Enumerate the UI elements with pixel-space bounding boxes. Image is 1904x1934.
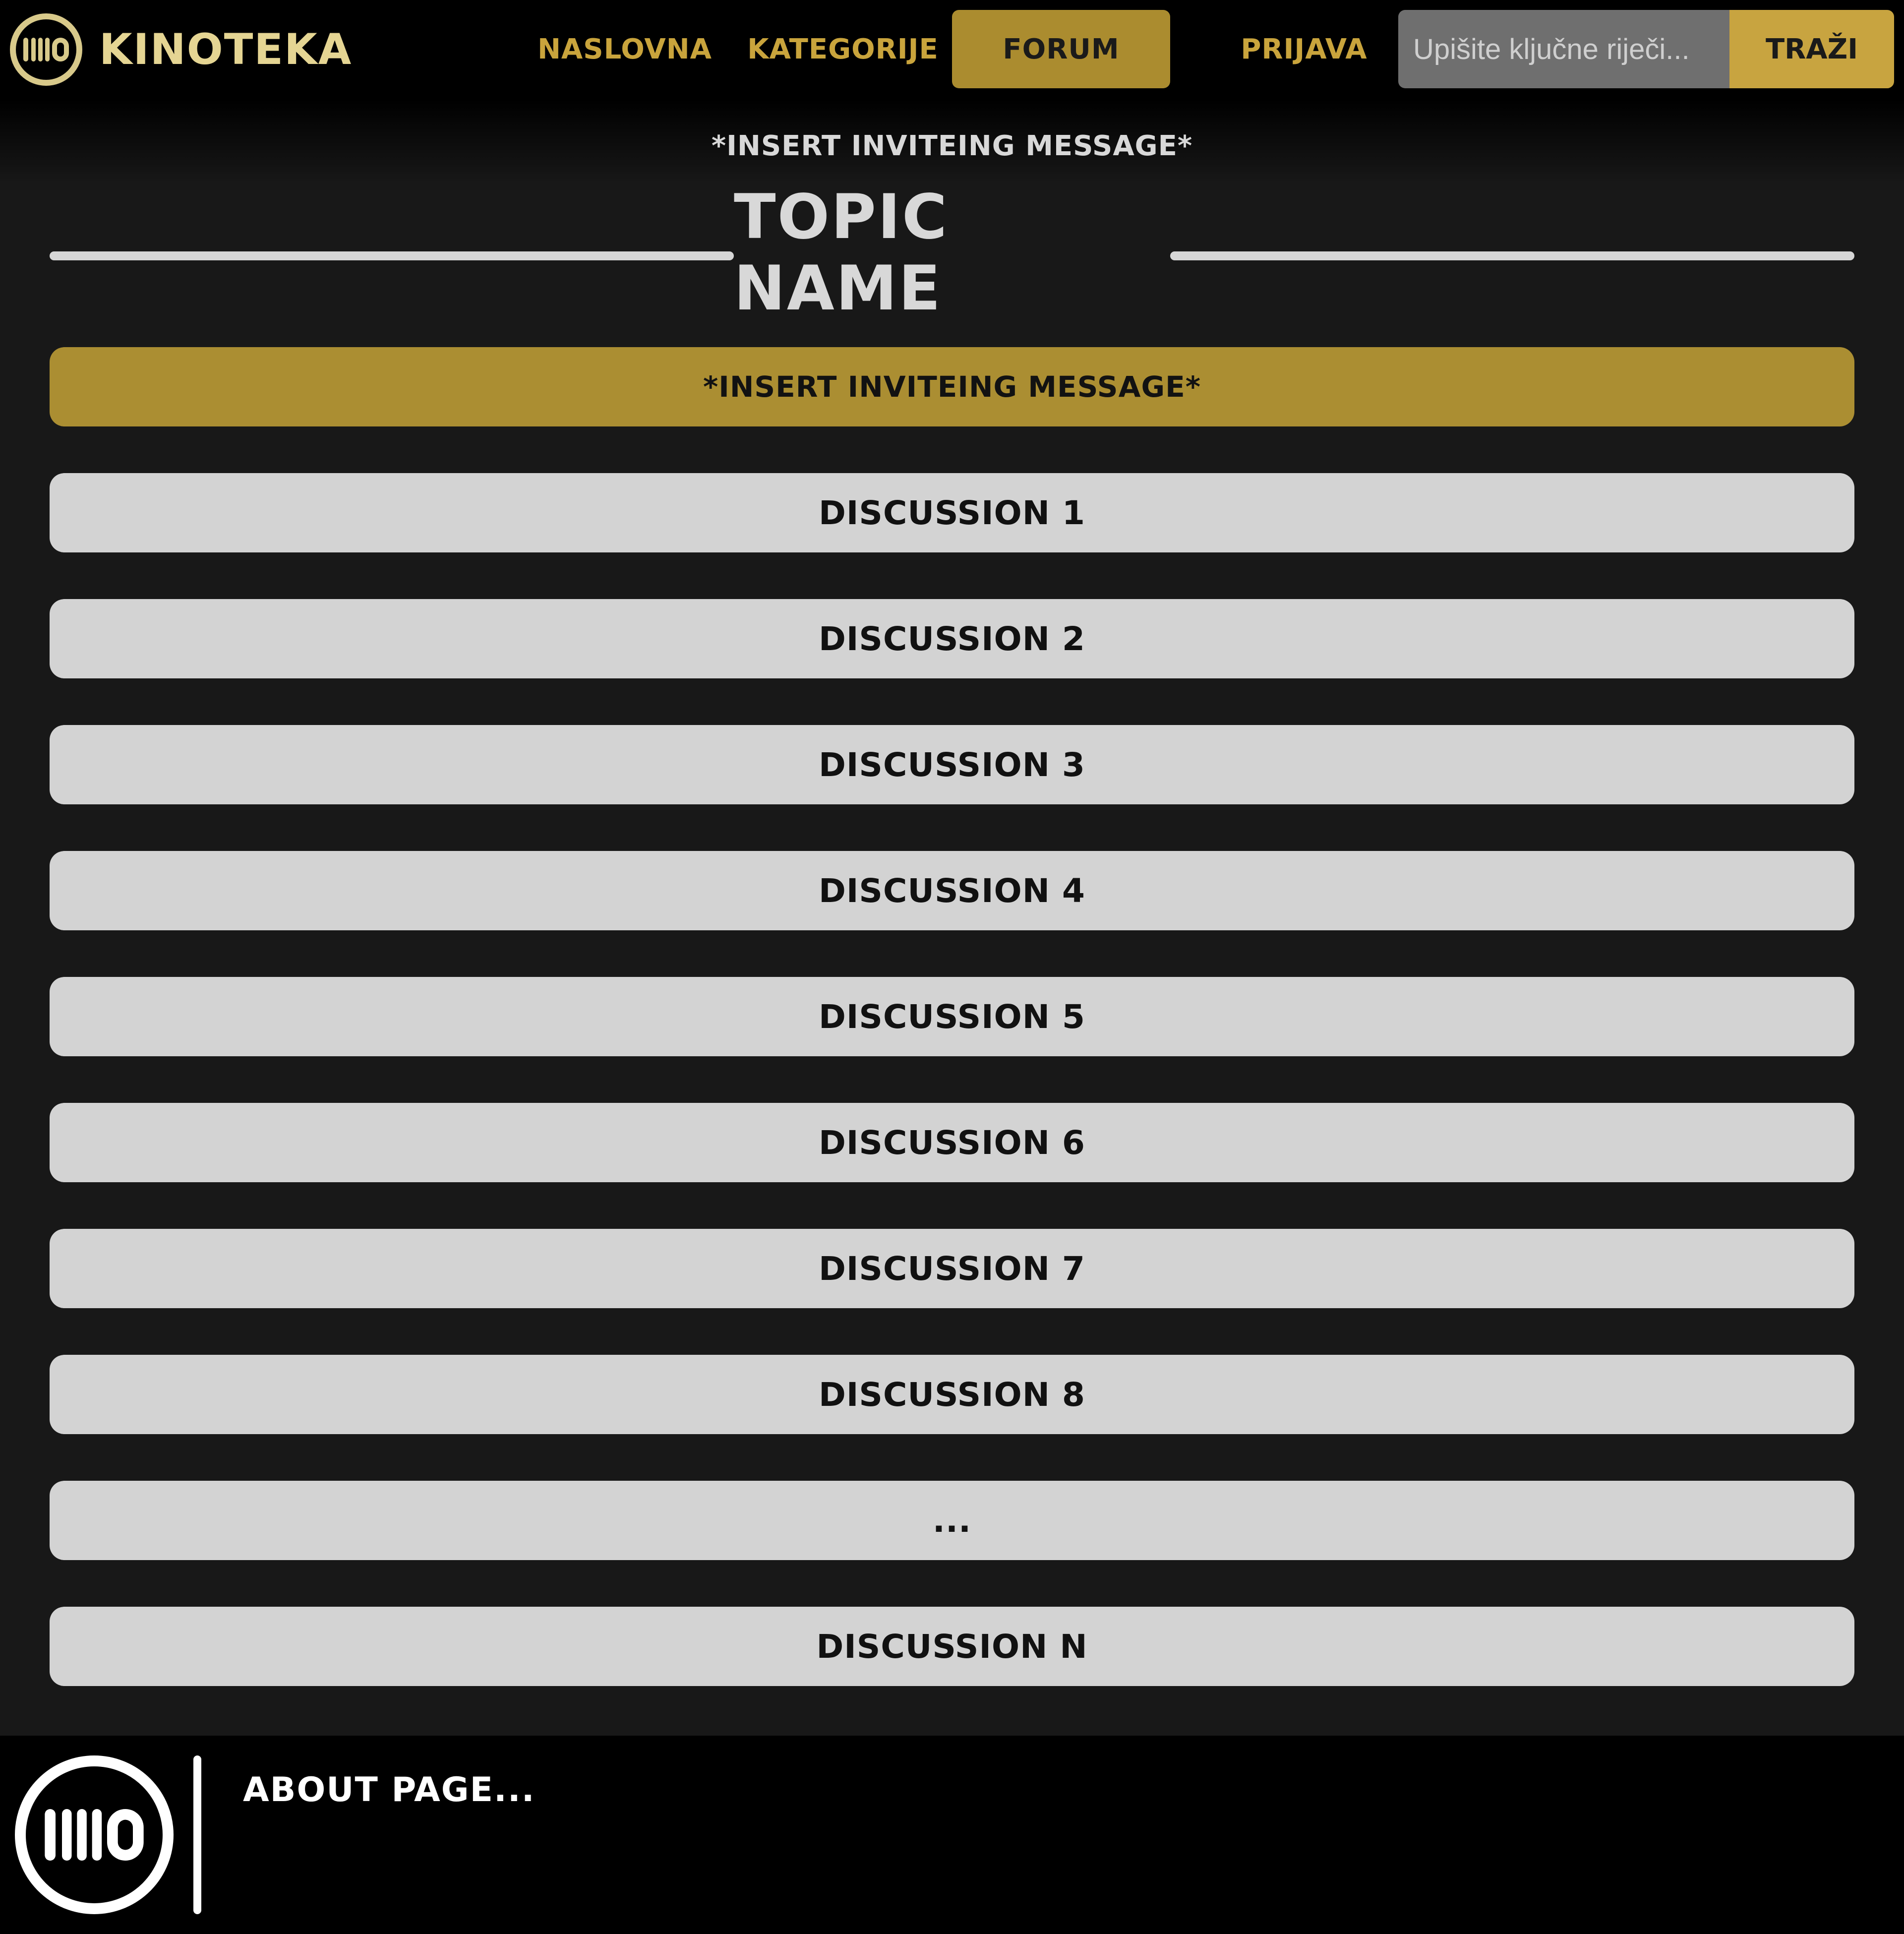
kino-logo-glyph [45, 1809, 144, 1861]
nav-link-categories[interactable]: KATEGORIJE [744, 10, 942, 88]
brand-name: KINOTEKA [99, 25, 353, 74]
discussion-item[interactable]: DISCUSSION 8 [50, 1355, 1854, 1434]
footer-about-link[interactable]: ABOUT PAGE... [243, 1770, 536, 1810]
search-bar: TRAŽI [1398, 10, 1894, 88]
discussion-item-ellipsis[interactable]: ... [50, 1481, 1854, 1560]
footer-divider [193, 1755, 201, 1914]
kino-logo-icon[interactable] [15, 1755, 174, 1914]
search-input[interactable] [1398, 10, 1729, 88]
nav-link-home[interactable]: NASLOVNA [536, 10, 714, 88]
discussion-item[interactable]: DISCUSSION 4 [50, 851, 1854, 930]
kino-logo-glyph [23, 38, 69, 61]
discussion-item[interactable]: DISCUSSION 2 [50, 599, 1854, 678]
featured-message-banner[interactable]: *INSERT INVITEING MESSAGE* [50, 347, 1854, 426]
footer: ABOUT PAGE... [0, 1736, 1904, 1934]
discussion-item[interactable]: DISCUSSION 5 [50, 977, 1854, 1056]
brand[interactable]: KINOTEKA [10, 10, 352, 89]
topic-divider-left [50, 251, 734, 260]
nav-link-login[interactable]: PRIJAVA [1200, 10, 1408, 88]
discussion-item[interactable]: DISCUSSION N [50, 1607, 1854, 1686]
invite-message: *INSERT INVITEING MESSAGE* [711, 130, 1193, 162]
topic-title: TOPIC NAME [734, 181, 949, 324]
discussion-list: *INSERT INVITEING MESSAGE* DISCUSSION 1 … [50, 347, 1854, 1733]
topic-heading: TOPIC NAME [50, 181, 1854, 324]
discussion-item[interactable]: DISCUSSION 7 [50, 1229, 1854, 1308]
topic-divider-right [1170, 251, 1854, 260]
kino-logo-icon [10, 13, 82, 86]
nav-link-forum[interactable]: FORUM [952, 10, 1170, 88]
discussion-item[interactable]: DISCUSSION 1 [50, 473, 1854, 552]
discussion-item[interactable]: DISCUSSION 6 [50, 1103, 1854, 1182]
discussion-item[interactable]: DISCUSSION 3 [50, 725, 1854, 804]
navbar: KINOTEKA NASLOVNA KATEGORIJE FORUM PRIJA… [0, 0, 1904, 99]
forum-topic-main: *INSERT INVITEING MESSAGE* TOPIC NAME *I… [0, 99, 1904, 1736]
search-button[interactable]: TRAŽI [1729, 10, 1894, 88]
